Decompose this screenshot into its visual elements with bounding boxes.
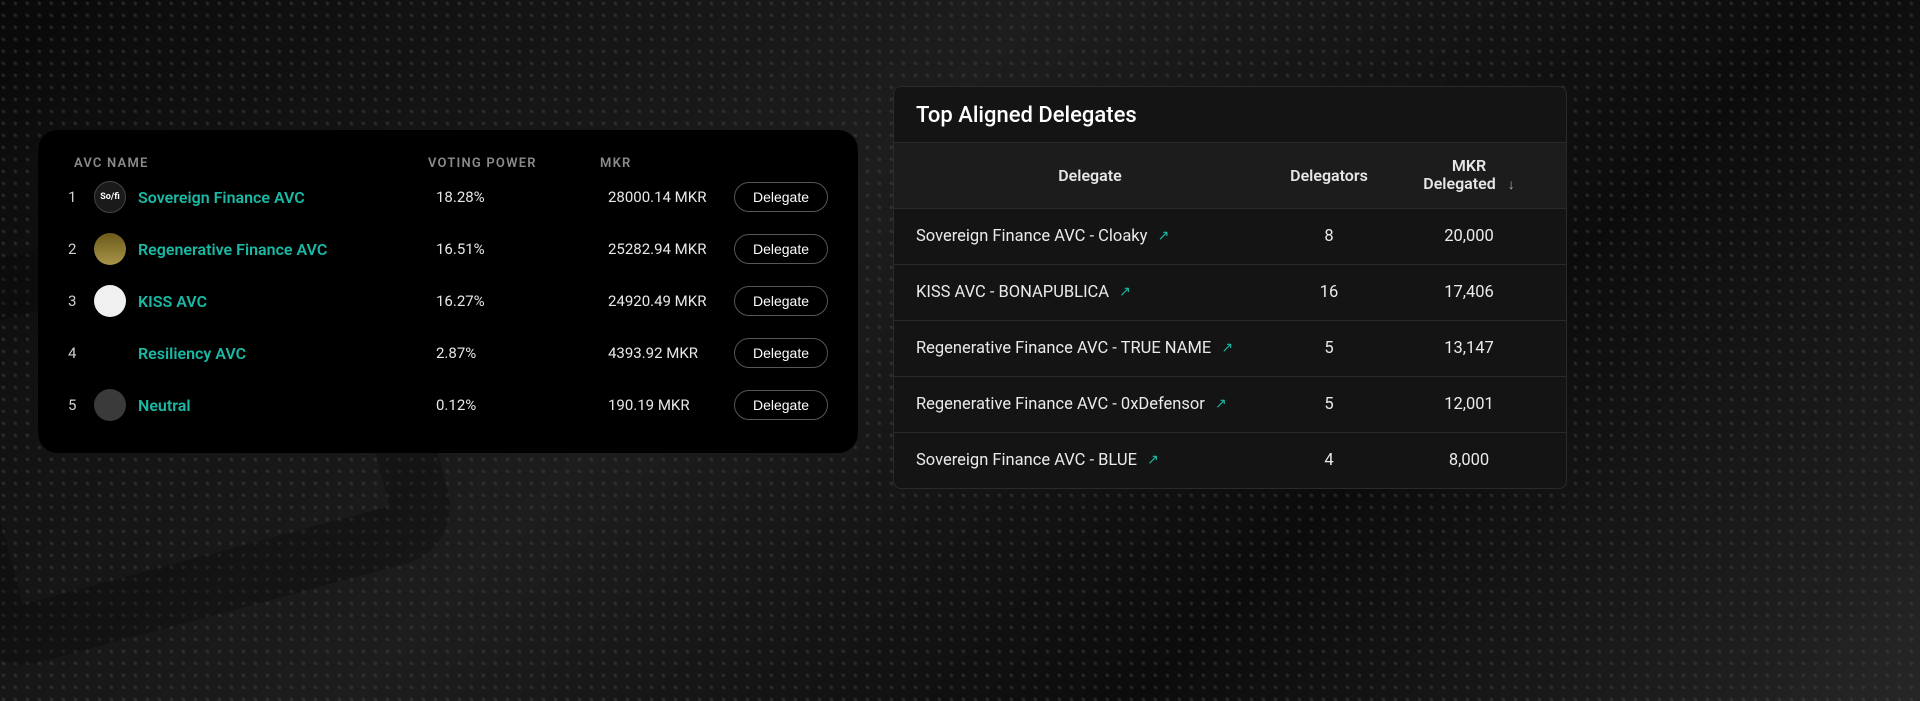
external-link-icon: ↗ [1158,227,1170,247]
delegate-delegators: 5 [1264,395,1394,414]
avc-mkr: 190.19 MKR [608,396,734,414]
delegate-mkr: 17,406 [1394,283,1544,302]
avc-avatar [94,285,126,317]
avc-voting-power: 16.51% [436,240,608,258]
avc-name-link[interactable]: Regenerative Finance AVC [138,240,436,259]
avc-row-index: 1 [68,188,88,206]
delegate-name-link[interactable]: Regenerative Finance AVC - TRUE NAME ↗ [916,337,1264,360]
delegate-name-text: Regenerative Finance AVC - 0xDefensor [916,395,1205,414]
avc-mkr: 4393.92 MKR [608,344,734,362]
delegate-row: KISS AVC - BONAPUBLICA ↗ 16 17,406 [894,265,1566,321]
avc-row-index: 3 [68,292,88,310]
avc-voting-power: 16.27% [436,292,608,310]
avc-avatar [94,233,126,265]
avc-name-link[interactable]: Neutral [138,396,436,415]
delegate-delegators: 4 [1264,451,1394,470]
avc-avatar: So/fi [94,181,126,213]
external-link-icon: ↗ [1119,283,1131,303]
avc-row-index: 2 [68,240,88,258]
avc-table-card: AVC NAME VOTING POWER MKR 1 So/fi Sovere… [38,130,858,453]
external-link-icon: ↗ [1147,451,1159,471]
avc-row: 2 Regenerative Finance AVC 16.51% 25282.… [68,223,828,275]
external-link-icon: ↗ [1215,395,1227,415]
avc-name-link[interactable]: KISS AVC [138,292,436,311]
delegate-name-text: Sovereign Finance AVC - Cloaky [916,227,1147,246]
avc-voting-power: 0.12% [436,396,608,414]
delegate-delegators: 16 [1264,283,1394,302]
delegates-table-header: Delegate Delegators MKR Delegated ↓ [894,142,1566,209]
delegates-header-delegate[interactable]: Delegate [916,166,1264,185]
avc-row: 3 KISS AVC 16.27% 24920.49 MKR Delegate [68,275,828,327]
avc-avatar [94,389,126,421]
delegate-button[interactable]: Delegate [734,234,828,264]
avc-row-index: 5 [68,396,88,414]
avc-name-link[interactable]: Resiliency AVC [138,344,436,363]
avc-mkr: 25282.94 MKR [608,240,734,258]
delegate-mkr: 8,000 [1394,451,1544,470]
delegates-header-delegators[interactable]: Delegators [1264,166,1394,185]
delegate-name-text: Sovereign Finance AVC - BLUE [916,451,1137,470]
delegate-row: Sovereign Finance AVC - BLUE ↗ 4 8,000 [894,433,1566,488]
avc-voting-power: 18.28% [436,188,608,206]
avc-name-link[interactable]: Sovereign Finance AVC [138,188,436,207]
avc-avatar [94,337,126,369]
delegate-name-link[interactable]: Sovereign Finance AVC - Cloaky ↗ [916,225,1264,248]
delegate-name-link[interactable]: KISS AVC - BONAPUBLICA ↗ [916,281,1264,304]
delegate-name-text: KISS AVC - BONAPUBLICA [916,283,1109,302]
avc-row: 4 Resiliency AVC 2.87% 4393.92 MKR Deleg… [68,327,828,379]
delegates-header-mkr-delegated-label: MKR Delegated [1423,156,1495,193]
delegate-delegators: 5 [1264,339,1394,358]
avc-row: 5 Neutral 0.12% 190.19 MKR Delegate [68,379,828,431]
sort-descending-icon: ↓ [1508,177,1515,193]
delegate-button[interactable]: Delegate [734,286,828,316]
delegate-mkr: 12,001 [1394,395,1544,414]
top-delegates-card: Top Aligned Delegates Delegate Delegator… [893,86,1567,489]
delegate-mkr: 13,147 [1394,339,1544,358]
avc-row-index: 4 [68,344,88,362]
avc-header-voting-power: VOTING POWER [428,156,600,171]
avc-mkr: 24920.49 MKR [608,292,734,310]
delegates-header-mkr-delegated[interactable]: MKR Delegated ↓ [1394,157,1544,194]
delegate-name-link[interactable]: Sovereign Finance AVC - BLUE ↗ [916,449,1264,472]
avc-mkr: 28000.14 MKR [608,188,734,206]
delegate-button[interactable]: Delegate [734,182,828,212]
avc-header-name: AVC NAME [68,156,428,171]
delegate-delegators: 8 [1264,227,1394,246]
avc-header-mkr: MKR [600,156,828,171]
delegate-mkr: 20,000 [1394,227,1544,246]
delegate-name-link[interactable]: Regenerative Finance AVC - 0xDefensor ↗ [916,393,1264,416]
external-link-icon: ↗ [1221,339,1233,359]
delegate-name-text: Regenerative Finance AVC - TRUE NAME [916,339,1211,358]
avc-voting-power: 2.87% [436,344,608,362]
delegate-row: Sovereign Finance AVC - Cloaky ↗ 8 20,00… [894,209,1566,265]
top-delegates-title: Top Aligned Delegates [894,87,1566,142]
avc-row: 1 So/fi Sovereign Finance AVC 18.28% 280… [68,171,828,223]
avc-table-header: AVC NAME VOTING POWER MKR [68,156,828,171]
delegate-button[interactable]: Delegate [734,390,828,420]
delegate-button[interactable]: Delegate [734,338,828,368]
delegate-row: Regenerative Finance AVC - 0xDefensor ↗ … [894,377,1566,433]
delegate-row: Regenerative Finance AVC - TRUE NAME ↗ 5… [894,321,1566,377]
